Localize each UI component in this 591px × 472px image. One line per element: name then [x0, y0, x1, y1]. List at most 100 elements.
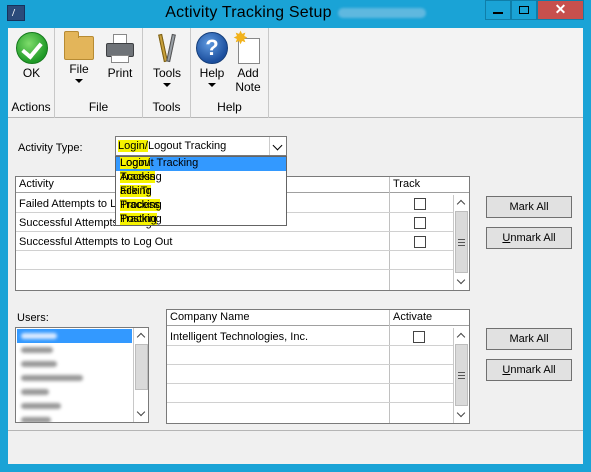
group-label-file: File	[88, 100, 109, 114]
table-row[interactable]	[167, 385, 453, 403]
grip-line	[458, 242, 465, 243]
dropdown-option[interactable]: Access Tracking	[116, 171, 286, 185]
table-row[interactable]: Successful Attempts to Log Out	[16, 233, 453, 251]
ribbon: OK Actions File Print File Tools Tools ?…	[8, 28, 583, 118]
note-star: ✸	[233, 28, 249, 48]
dropdown-option[interactable]: Process Tracking	[116, 199, 286, 213]
column-track: Track	[393, 178, 421, 190]
option-rest: Logout Tracking	[120, 157, 199, 169]
scroll-up-icon[interactable]	[134, 328, 148, 344]
tools-button[interactable]: Tools	[148, 32, 186, 87]
group-label-tools: Tools	[152, 100, 181, 114]
tools-icon	[152, 32, 182, 64]
activity-cell: Successful Attempts to Log Out	[19, 236, 173, 248]
activity-type-value-highlight: Login/	[118, 140, 148, 152]
track-checkbox[interactable]	[414, 198, 426, 210]
grip-line	[458, 372, 465, 373]
dropdown-option[interactable]: Login/Logout Tracking	[116, 157, 286, 171]
list-item[interactable]	[17, 357, 132, 371]
table-row[interactable]	[167, 347, 453, 365]
group-label-help: Help	[217, 100, 242, 114]
ribbon-group-tools: Tools Tools	[143, 28, 191, 118]
wrench-shape	[166, 33, 176, 63]
mark-all-button[interactable]: Mark All	[486, 196, 572, 218]
print-button[interactable]: Print	[101, 32, 139, 80]
title-bar[interactable]: / Activity Tracking Setup ✕	[0, 0, 591, 28]
unmark-all-label: nmark All	[510, 232, 556, 244]
users-label: Users:	[17, 312, 49, 324]
chevron-down-icon	[75, 79, 83, 83]
ribbon-group-help: ? Help ✸ Add Note Help	[191, 28, 269, 118]
help-icon: ?	[196, 32, 228, 64]
table-row[interactable]: Intelligent Technologies, Inc.	[167, 328, 453, 346]
redacted-user	[21, 389, 49, 395]
group-label-actions: Actions	[11, 100, 51, 114]
grip-line	[458, 375, 465, 376]
chevron-down-icon	[163, 83, 171, 87]
scroll-up-icon[interactable]	[454, 328, 469, 344]
scroll-up-icon[interactable]	[454, 195, 469, 211]
tools-label: Tools	[152, 66, 181, 80]
column-activate: Activate	[393, 311, 433, 323]
activity-type-select[interactable]: Login/Logout Tracking	[115, 136, 287, 156]
list-item[interactable]	[17, 343, 132, 357]
scroll-down-icon[interactable]	[134, 406, 148, 422]
table-row[interactable]	[16, 271, 453, 289]
add-note-icon: ✸	[233, 28, 263, 64]
scroll-thumb[interactable]	[455, 344, 468, 406]
redacted-user	[21, 403, 61, 409]
activity-type-label: Activity Type:	[18, 142, 83, 154]
printer-tray	[111, 55, 129, 63]
list-item[interactable]	[17, 371, 132, 385]
help-button[interactable]: ? Help	[195, 32, 229, 87]
folder-icon	[64, 31, 94, 60]
scroll-down-icon[interactable]	[454, 274, 469, 290]
chevron-down-icon[interactable]	[269, 137, 286, 155]
grip-line	[458, 378, 465, 379]
list-item[interactable]	[17, 399, 132, 413]
option-rest: Tracking	[120, 199, 162, 211]
dropdown-option[interactable]: File Tr acking	[116, 185, 286, 199]
ok-button[interactable]: OK	[13, 32, 50, 80]
status-bar	[8, 430, 583, 464]
column-activity: Activity	[19, 178, 54, 190]
scroll-down-icon[interactable]	[454, 407, 469, 423]
activity-type-dropdown[interactable]: Login/Logout Tracking Access Tracking Fi…	[115, 156, 287, 226]
file-label: File	[69, 62, 89, 76]
file-button[interactable]: File	[61, 31, 97, 83]
list-item[interactable]	[17, 413, 132, 422]
window: / Activity Tracking Setup ✕ OK Actions F…	[0, 0, 591, 472]
minimize-button[interactable]	[485, 0, 511, 20]
unmark-all-label: nmark All	[510, 364, 556, 376]
dropdown-option[interactable]: Posting Tracking	[116, 213, 286, 227]
grip-line	[458, 245, 465, 246]
list-item[interactable]	[17, 329, 132, 343]
table-row[interactable]	[16, 252, 453, 270]
grip-line	[458, 239, 465, 240]
users-list[interactable]	[15, 327, 149, 423]
window-title-text: Activity Tracking Setup	[165, 4, 332, 21]
company-grid-scrollbar[interactable]	[453, 328, 469, 423]
unmark-all-companies-button[interactable]: Unmark All	[486, 359, 572, 381]
track-checkbox[interactable]	[414, 217, 426, 229]
table-row[interactable]	[167, 366, 453, 384]
column-company-name: Company Name	[170, 311, 250, 323]
list-item[interactable]	[17, 385, 132, 399]
option-rest: Tracking	[120, 213, 162, 225]
activate-checkbox[interactable]	[413, 331, 425, 343]
unmark-all-button[interactable]: Unmark All	[486, 227, 572, 249]
company-name-cell: Intelligent Technologies, Inc.	[170, 331, 308, 343]
window-client: OK Actions File Print File Tools Tools ?…	[8, 28, 583, 464]
track-checkbox[interactable]	[414, 236, 426, 248]
scroll-thumb[interactable]	[455, 211, 468, 273]
activity-grid-scrollbar[interactable]	[453, 195, 469, 290]
close-button[interactable]: ✕	[537, 0, 584, 20]
activity-type-value: Login/Logout Tracking	[118, 139, 226, 154]
close-icon: ✕	[554, 1, 567, 17]
add-note-button[interactable]: ✸ Add Note	[230, 28, 266, 94]
users-list-scrollbar[interactable]	[133, 328, 148, 422]
maximize-button[interactable]	[511, 0, 537, 20]
add-note-label: Add Note	[235, 66, 261, 94]
scroll-thumb[interactable]	[135, 344, 148, 390]
mark-all-companies-button[interactable]: Mark All	[486, 328, 572, 350]
